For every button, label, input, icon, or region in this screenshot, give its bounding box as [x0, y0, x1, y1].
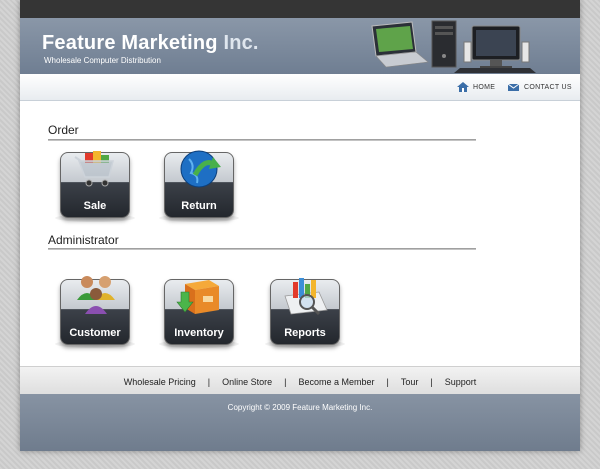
- site-footer: Copyright © 2009 Feature Marketing Inc.: [20, 394, 580, 451]
- return-label: Return: [181, 200, 217, 212]
- top-nav: HOME CONTACT US: [20, 74, 580, 101]
- computers-banner-image: [371, 20, 536, 73]
- nav-contact-link[interactable]: CONTACT US: [508, 82, 572, 92]
- shopping-cart-icon: [74, 151, 114, 187]
- keyboard-icon: [454, 68, 536, 73]
- brand-tagline: Wholesale Computer Distribution: [44, 56, 161, 65]
- customer-label: Customer: [69, 327, 121, 339]
- sale-button[interactable]: Sale: [60, 151, 130, 218]
- speaker-left-icon: [463, 41, 472, 63]
- top-bar: [20, 0, 580, 18]
- desktop-tower-icon: [431, 20, 457, 68]
- chart-magnifier-icon: [284, 278, 328, 316]
- separator: |: [207, 377, 211, 387]
- inventory-label: Inventory: [174, 327, 224, 339]
- section-title-administrator: Administrator: [48, 233, 119, 247]
- return-button[interactable]: Return: [164, 150, 234, 218]
- footer-link-become-member[interactable]: Become a Member: [298, 377, 374, 387]
- footer-link-wholesale-pricing[interactable]: Wholesale Pricing: [124, 377, 196, 387]
- section-title-order: Order: [48, 123, 79, 137]
- section-divider: [48, 139, 476, 141]
- separator: |: [386, 377, 389, 387]
- brand-suffix: Inc.: [223, 32, 259, 54]
- site-header: Feature Marketing Inc. Wholesale Compute…: [20, 18, 580, 74]
- footer-link-tour[interactable]: Tour: [401, 377, 419, 387]
- brand-name: Feature Marketing: [42, 32, 218, 54]
- nav-home-link[interactable]: HOME: [457, 82, 495, 92]
- home-icon: [457, 82, 469, 92]
- brand-logo-text[interactable]: Feature Marketing Inc.: [42, 32, 259, 55]
- footer-nav: Wholesale Pricing | Online Store | Become a …: [20, 366, 580, 395]
- speaker-right-icon: [521, 41, 530, 63]
- laptop-icon: [371, 21, 429, 68]
- footer-link-online-store[interactable]: Online Store: [222, 377, 272, 387]
- page-container: Feature Marketing Inc. Wholesale Compute…: [20, 0, 580, 451]
- monitor-icon: [471, 25, 521, 69]
- people-icon: [77, 276, 115, 314]
- reports-button[interactable]: Reports: [270, 278, 340, 345]
- customer-button[interactable]: Customer: [60, 276, 130, 345]
- contact-icon: [508, 83, 520, 91]
- separator: |: [430, 377, 433, 387]
- footer-link-support[interactable]: Support: [445, 377, 477, 387]
- copyright-text: Copyright © 2009 Feature Marketing Inc.: [227, 403, 373, 412]
- reports-label: Reports: [284, 327, 326, 339]
- nav-home-label: HOME: [473, 83, 496, 91]
- globe-return-icon: [180, 150, 221, 188]
- box-icon: [176, 280, 219, 314]
- section-divider: [48, 248, 476, 250]
- sale-label: Sale: [83, 200, 107, 212]
- inventory-button[interactable]: Inventory: [164, 279, 234, 345]
- nav-contact-label: CONTACT US: [524, 83, 572, 91]
- separator: |: [284, 377, 287, 387]
